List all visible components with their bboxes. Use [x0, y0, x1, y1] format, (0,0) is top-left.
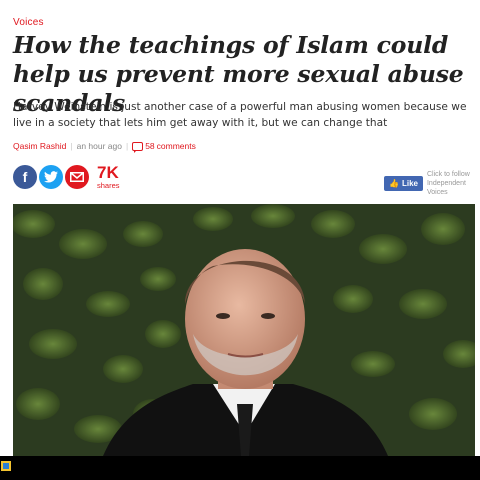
- publish-time: an hour ago: [76, 141, 122, 151]
- facebook-share-button[interactable]: f: [13, 164, 37, 189]
- facebook-like-button[interactable]: 👍 Like: [384, 176, 423, 191]
- taskbar: [0, 456, 480, 480]
- author-link[interactable]: Qasim Rashid: [13, 141, 66, 151]
- comments-count[interactable]: 58: [145, 141, 154, 151]
- comment-icon[interactable]: [132, 141, 144, 153]
- share-count: 7K shares: [97, 164, 120, 190]
- share-count-value: 7K: [97, 163, 119, 182]
- share-bar: f 7K shares: [13, 164, 120, 190]
- section-label[interactable]: Voices: [13, 17, 44, 28]
- thumbs-up-icon: 👍: [389, 179, 399, 188]
- follow-widget: 👍 Like Click to follow Independent Voice…: [384, 170, 480, 197]
- byline: Qasim Rashid | an hour ago | 58 comments: [13, 141, 196, 153]
- follow-line-1: Click to follow: [426, 171, 470, 178]
- follow-line-2: Independent Voices: [426, 180, 466, 196]
- twitter-icon: [44, 170, 58, 183]
- twitter-share-button[interactable]: [39, 164, 63, 189]
- article-lead-image: [13, 204, 475, 456]
- like-label: Like: [401, 179, 418, 188]
- article-standfirst: Harvey Weinstein is just another case of…: [13, 101, 467, 129]
- email-icon: [70, 171, 84, 182]
- byline-separator: |: [70, 141, 73, 151]
- facebook-icon: f: [22, 168, 28, 185]
- taskbar-app-icon[interactable]: [1, 461, 11, 471]
- share-count-label: shares: [97, 181, 120, 190]
- email-share-button[interactable]: [65, 164, 89, 189]
- comments-link[interactable]: comments: [157, 141, 196, 151]
- photo-of-man-in-suit: [13, 204, 475, 456]
- follow-text: Click to follow Independent Voices: [427, 170, 480, 197]
- byline-separator: |: [125, 141, 129, 151]
